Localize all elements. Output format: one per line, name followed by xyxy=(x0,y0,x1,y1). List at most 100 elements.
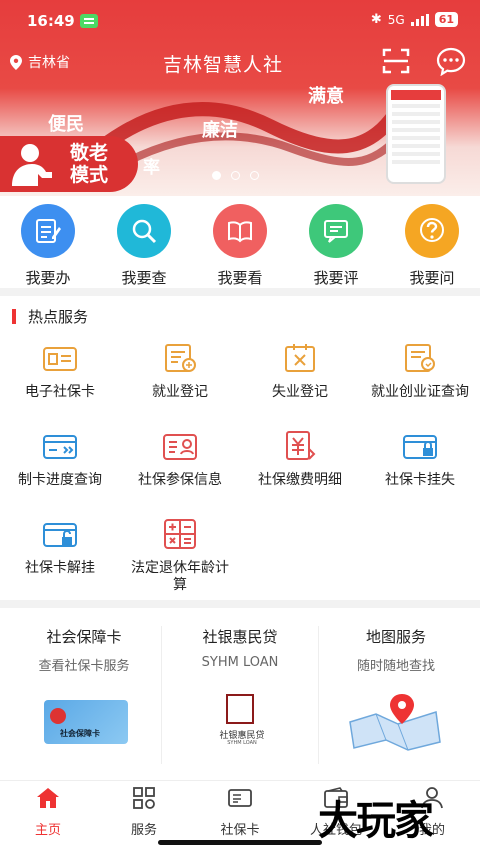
id-card-icon xyxy=(43,347,77,371)
service-label: 社保卡挂失 xyxy=(385,472,455,488)
service-e-card[interactable]: 电子社保卡 xyxy=(10,342,110,401)
quick-action-ask[interactable]: 我要问 xyxy=(387,204,477,288)
employment-register-icon xyxy=(165,344,196,372)
carousel-dot-2[interactable] xyxy=(231,171,240,180)
home-indicator[interactable] xyxy=(158,840,322,845)
home-icon xyxy=(37,788,59,808)
tab-label: 服务 xyxy=(130,823,157,838)
elder-mode-button[interactable]: 敬老模式 xyxy=(0,136,138,192)
service-label: 电子社保卡 xyxy=(25,384,95,400)
quick-action-view[interactable]: 我要看 xyxy=(195,204,285,288)
card-title: 社会保障卡 xyxy=(46,628,122,646)
service-insurance-info[interactable]: 社保参保信息 xyxy=(130,430,230,489)
scan-icon[interactable] xyxy=(382,48,410,74)
network-type: 5G xyxy=(387,12,405,27)
section-marker xyxy=(12,309,16,324)
grid-icon xyxy=(133,787,155,809)
social-security-card-image[interactable]: 社会保障卡 xyxy=(44,700,128,744)
service-employment-register[interactable]: 就业登记 xyxy=(130,342,230,401)
app-root: 16:49 ✱ 5G 61 吉林省 吉林智慧人社 便民 廉洁 满意 率 敬老模式… xyxy=(0,0,480,853)
quick-action-label: 我要问 xyxy=(409,269,455,287)
service-label: 就业登记 xyxy=(152,384,208,400)
banner-word-satisfaction: 满意 xyxy=(308,86,344,107)
map-icon[interactable] xyxy=(346,692,444,752)
banner-word-rate: 率 xyxy=(143,158,160,178)
battery-level: 61 xyxy=(434,12,458,27)
search-icon xyxy=(117,204,171,258)
service-label: 法定退休年龄计算 xyxy=(131,560,229,593)
service-payment-detail[interactable]: 社保缴费明细 xyxy=(250,430,350,489)
service-label: 社保缴费明细 xyxy=(258,472,342,488)
unemployment-register-icon xyxy=(285,344,315,372)
quick-action-handle[interactable]: 我要办 xyxy=(3,204,93,288)
tab-home[interactable]: 主页 xyxy=(0,787,96,838)
card-title: 地图服务 xyxy=(365,628,426,646)
tab-services[interactable]: 服务 xyxy=(96,787,192,838)
quick-action-rate[interactable]: 我要评 xyxy=(291,204,381,288)
calculator-icon xyxy=(164,519,196,549)
service-label: 就业创业证查询 xyxy=(371,384,469,400)
banner-word-integrity: 廉洁 xyxy=(202,120,238,141)
card-icon xyxy=(228,789,252,807)
carousel-dot-1[interactable] xyxy=(212,171,221,180)
service-unemployment-register[interactable]: 失业登记 xyxy=(250,342,350,401)
message-icon[interactable] xyxy=(436,46,466,76)
tab-label: 社保卡 xyxy=(220,823,260,838)
certificate-query-icon xyxy=(405,344,435,372)
app-title: 吉林智慧人社 xyxy=(162,54,283,76)
loan-seal-logo-icon[interactable] xyxy=(226,694,254,724)
service-retirement-calculator[interactable]: 法定退休年龄计算 xyxy=(130,518,230,594)
banner-word-convenience: 便民 xyxy=(48,114,84,135)
carousel-dots[interactable] xyxy=(212,171,259,180)
edit-doc-icon xyxy=(21,204,75,258)
card-subtitle: SYHM LOAN xyxy=(201,655,279,670)
card-unlock-icon xyxy=(43,523,77,547)
card-title: 社银惠民贷 xyxy=(202,628,278,646)
hot-services-title: 热点服务 xyxy=(28,308,89,326)
phone-illustration xyxy=(386,84,446,184)
status-time: 16:49 xyxy=(27,12,75,30)
quick-action-label: 我要评 xyxy=(313,269,359,287)
service-certificate-query[interactable]: 就业创业证查询 xyxy=(370,342,470,401)
bluetooth-icon: ✱ xyxy=(370,12,382,27)
national-emblem-icon xyxy=(50,708,66,724)
service-card-unlock[interactable]: 社保卡解挂 xyxy=(10,518,110,577)
service-label: 失业登记 xyxy=(272,384,328,400)
card-lock-icon xyxy=(403,435,437,459)
card-progress-icon xyxy=(43,435,77,459)
tab-social-card[interactable]: 社保卡 xyxy=(192,787,288,838)
quick-action-label: 我要看 xyxy=(217,269,263,287)
section-divider xyxy=(0,288,480,296)
signal-icon xyxy=(410,13,429,26)
card-loan[interactable]: 社银惠民贷 SYHM LOAN xyxy=(160,626,320,670)
card-map-service[interactable]: 地图服务 随时随地查找 xyxy=(316,626,476,674)
quick-actions: 我要办 我要查 我要看 我要评 我要问 xyxy=(0,196,480,288)
book-icon xyxy=(213,204,267,258)
feature-cards: 社会保障卡 查看社保卡服务 社会保障卡 社银惠民贷 SYHM LOAN 社银惠民… xyxy=(0,608,480,768)
section-divider xyxy=(0,600,480,608)
payment-detail-icon xyxy=(286,431,316,460)
elder-mode-label: 敬老模式 xyxy=(70,142,109,186)
comment-icon xyxy=(309,204,363,258)
elder-person-icon xyxy=(12,144,52,186)
message-notification-icon xyxy=(80,14,98,28)
service-label: 制卡进度查询 xyxy=(18,472,102,488)
service-label: 社保参保信息 xyxy=(138,472,222,488)
status-indicators: ✱ 5G 61 xyxy=(371,12,458,27)
loan-logo-subtext: SYHM LOAN xyxy=(227,740,257,746)
hot-services-header: 热点服务 xyxy=(12,306,88,327)
carousel-dot-3[interactable] xyxy=(250,171,259,180)
card-social-security[interactable]: 社会保障卡 查看社保卡服务 xyxy=(4,626,164,674)
watermark-text: 大玩家 xyxy=(318,798,434,844)
insurance-info-icon xyxy=(163,434,197,460)
quick-action-label: 我要查 xyxy=(121,269,167,287)
status-bar: 16:49 ✱ 5G 61 xyxy=(0,0,480,44)
tab-label: 主页 xyxy=(34,823,61,838)
service-label: 社保卡解挂 xyxy=(25,560,95,576)
service-card-lock[interactable]: 社保卡挂失 xyxy=(370,430,470,489)
hot-services-section: 热点服务 电子社保卡 就业登记 失业登记 就业创业证查询 制卡进度查询 社保参保… xyxy=(0,296,480,600)
service-card-progress[interactable]: 制卡进度查询 xyxy=(10,430,110,489)
quick-action-query[interactable]: 我要查 xyxy=(99,204,189,288)
card-subtitle: 随时随地查找 xyxy=(356,659,435,674)
quick-action-label: 我要办 xyxy=(25,269,71,287)
